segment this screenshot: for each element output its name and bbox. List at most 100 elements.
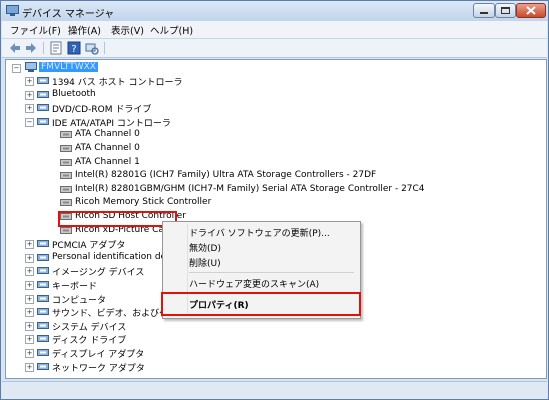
tree-category[interactable]: + DVD/CD-ROM ドライブ [8,102,538,115]
tree-category[interactable]: + ディスプレイ アダプタ [8,347,538,360]
tree-item-label[interactable]: コンピュータ [52,293,106,306]
menu-help[interactable]: ヘルプ(H) [150,23,193,37]
tree-category[interactable]: + ネットワーク アダプタ [8,361,538,374]
minimize-icon [480,12,488,14]
tree-category[interactable]: + ディスク ドライブ [8,333,538,346]
window-title: デバイス マネージャ [22,9,115,20]
svg-text:?: ? [71,44,76,55]
bluetooth-icon [37,90,49,98]
toolbar: ? [2,39,547,58]
maximize-button[interactable] [495,3,516,18]
tree-category[interactable]: +1394 バス ホスト コントローラ [8,75,538,88]
ide-channel-icon [60,131,72,139]
tree-root[interactable]: − FMVLTTWXX [8,62,168,75]
context-update-driver[interactable]: ドライバ ソフトウェアの更新(P)... [189,226,330,239]
help-icon[interactable]: ? [67,41,81,55]
ide-channel-icon [60,145,72,152]
expand-toggle[interactable]: + [25,349,34,358]
tree-item-label[interactable]: ネットワーク アダプタ [52,361,145,374]
tree-item-label[interactable]: 1394 バス ホスト コントローラ [52,75,183,88]
display-adapter-icon [37,349,49,356]
pcmcia-icon [37,240,49,248]
tree-item-label[interactable]: システム デバイス [52,320,126,333]
expand-toggle[interactable]: + [25,90,34,100]
properties-icon[interactable] [49,41,63,55]
expand-toggle[interactable]: + [25,240,34,250]
tree-device[interactable]: Ricoh Memory Stick Controller [8,197,538,210]
imaging-device-icon [37,267,49,275]
expand-toggle[interactable]: + [25,321,34,331]
device-tree[interactable]: − FMVLTTWXX +1394 バス ホスト コントローラ + Bluetoot… [5,59,547,379]
toolbar-separator [104,42,105,54]
tree-item-label[interactable]: Intel(R) 82801GBM/GHM (ICH7-M Family) Se… [75,184,425,194]
maximize-icon [501,7,510,14]
tree-item-label[interactable]: DVD/CD-ROM ドライブ [52,102,151,115]
tree-item-label[interactable]: Bluetooth [52,89,96,99]
tree-item-label[interactable]: イメージング デバイス [52,265,144,278]
expand-toggle[interactable]: + [25,308,34,318]
ide-controller-icon [37,117,49,125]
sound-controller-icon [37,308,49,316]
tree-item-label[interactable]: ATA Channel 0 [75,143,140,153]
collapse-toggle[interactable]: − [12,64,21,73]
tree-device[interactable]: ATA Channel 0 [8,129,538,142]
disk-drive-icon [37,335,49,343]
expand-toggle[interactable]: + [25,77,34,86]
1394-controller-icon [37,77,49,84]
network-adapter-icon [37,362,49,370]
tree-item-label[interactable]: ディスク ドライブ [52,333,126,346]
expand-toggle[interactable]: + [25,104,34,114]
ide-channel-icon [60,158,72,166]
context-menu-separator [189,272,354,273]
tree-item-label[interactable]: ATA Channel 1 [75,157,140,167]
tree-category[interactable]: − IDE ATA/ATAPI コントローラ [8,116,538,129]
system-device-icon [37,321,49,329]
expand-toggle[interactable]: + [25,294,34,304]
tree-item-label[interactable]: ATA Channel 0 [75,129,140,139]
tree-category[interactable]: + システム デバイス [8,320,538,333]
tree-device[interactable]: Intel(R) 82801G (ICH7 Family) Ultra ATA … [8,170,538,183]
back-arrow-icon[interactable] [8,41,22,55]
dvd-drive-icon [37,104,49,112]
tree-category[interactable]: + Bluetooth [8,89,538,102]
title-bar[interactable]: デバイス マネージャ [1,1,548,21]
ide-channel-icon [60,172,72,180]
toolbar-separator [43,42,44,54]
expand-toggle[interactable]: + [25,281,34,290]
close-button[interactable] [516,3,546,18]
computer-root-icon [25,62,37,72]
forward-arrow-icon[interactable] [24,41,38,55]
expand-toggle[interactable]: + [25,253,34,263]
device-manager-window: デバイス マネージャ ファイル(F) 操作(A) 表示(V) ヘルプ(H) ? … [0,0,549,400]
keyboard-icon [37,281,49,288]
tree-device[interactable]: ATA Channel 0 [8,143,538,156]
minimize-button[interactable] [473,3,495,18]
expand-toggle[interactable]: + [25,362,34,372]
tree-item-label[interactable]: ディスプレイ アダプタ [52,347,144,360]
menu-view[interactable]: 表示(V) [111,23,144,37]
expand-toggle[interactable]: + [25,267,34,277]
status-bar [2,381,547,399]
menu-file[interactable]: ファイル(F) [10,23,61,37]
tree-item-label[interactable]: Ricoh Memory Stick Controller [75,197,211,207]
tree-item-label[interactable]: PCMCIA アダプタ [52,238,125,251]
scan-hardware-icon[interactable] [85,41,99,55]
context-scan-hardware[interactable]: ハードウェア変更のスキャン(A) [189,277,319,290]
tree-item-label[interactable]: IDE ATA/ATAPI コントローラ [52,116,171,129]
tree-item-label[interactable]: Intel(R) 82801G (ICH7 Family) Ultra ATA … [75,170,376,180]
collapse-toggle[interactable]: − [25,117,34,127]
tree-item-label[interactable]: キーボード [52,279,97,292]
close-icon [526,6,536,15]
context-disable[interactable]: 無効(D) [189,241,221,254]
menu-action[interactable]: 操作(A) [68,23,101,37]
tree-device[interactable]: ATA Channel 1 [8,157,538,170]
context-uninstall[interactable]: 削除(U) [189,256,221,269]
menu-bar: ファイル(F) 操作(A) 表示(V) ヘルプ(H) [2,21,547,39]
highlight-box-properties [161,292,361,316]
expand-toggle[interactable]: + [25,335,34,345]
computer-icon [37,294,49,302]
tree-root-label[interactable]: FMVLTTWXX [39,62,98,72]
personal-id-device-icon [37,253,49,261]
tree-device[interactable]: Intel(R) 82801GBM/GHM (ICH7-M Family) Se… [8,184,538,197]
device-manager-icon [6,5,19,16]
